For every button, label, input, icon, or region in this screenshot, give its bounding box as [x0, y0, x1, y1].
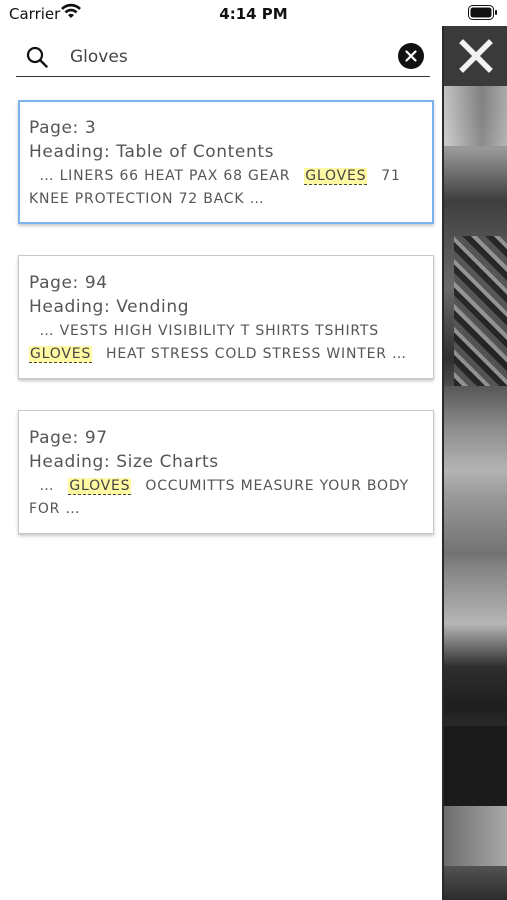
clear-search-button[interactable]	[398, 43, 424, 69]
snippet-text: HEAT STRESS COLD STRESS WINTER …	[106, 346, 407, 362]
snippet-text: … LINERS 66 HEAT PAX 68 GEAR	[39, 168, 291, 184]
search-icon	[26, 46, 48, 68]
result-heading: Heading: Size Charts	[29, 452, 219, 472]
close-icon	[458, 39, 493, 73]
app-screen: Carrier 4:14 PM Gloves Page: 3 Heading: …	[0, 0, 507, 900]
clock-time: 4:14 PM	[219, 5, 288, 23]
close-button[interactable]	[444, 26, 507, 86]
result-heading: Heading: Table of Contents	[29, 142, 275, 162]
result-card[interactable]: Page: 94 Heading: Vending … VESTS HIGH V…	[18, 255, 434, 379]
result-card[interactable]: Page: 97 Heading: Size Charts … GLOVES OCC…	[18, 410, 434, 534]
match-highlight: GLOVES	[304, 168, 368, 185]
result-page: Page: 3	[29, 118, 97, 138]
result-snippet: … LINERS 66 HEAT PAX 68 GEAR GLOVES 71 KNE…	[29, 165, 423, 211]
result-snippet: … VESTS HIGH VISIBILITY T SHIRTS TSHIRTS…	[29, 320, 423, 366]
battery-icon	[468, 5, 498, 20]
snippet-text: …	[39, 478, 55, 494]
result-heading: Heading: Vending	[29, 297, 190, 317]
result-page: Page: 97	[29, 428, 108, 448]
match-highlight: GLOVES	[68, 478, 132, 495]
background-photo	[444, 26, 507, 900]
snippet-text: … VESTS HIGH VISIBILITY T SHIRTS TSHIRTS	[39, 323, 379, 339]
result-snippet: … GLOVES OCCUMITTS MEASURE YOUR BODY FOR …	[29, 475, 423, 521]
search-panel: Page: 3 Heading: Table of Contents … LIN…	[0, 26, 444, 900]
result-page: Page: 94	[29, 273, 108, 293]
status-bar: Carrier 4:14 PM	[0, 0, 507, 26]
results-list: Page: 3 Heading: Table of Contents … LIN…	[18, 100, 434, 565]
search-bar	[16, 40, 430, 77]
search-input[interactable]	[70, 44, 380, 70]
match-highlight: GLOVES	[29, 346, 93, 363]
result-card[interactable]: Page: 3 Heading: Table of Contents … LIN…	[18, 100, 434, 224]
clear-icon	[405, 50, 417, 62]
